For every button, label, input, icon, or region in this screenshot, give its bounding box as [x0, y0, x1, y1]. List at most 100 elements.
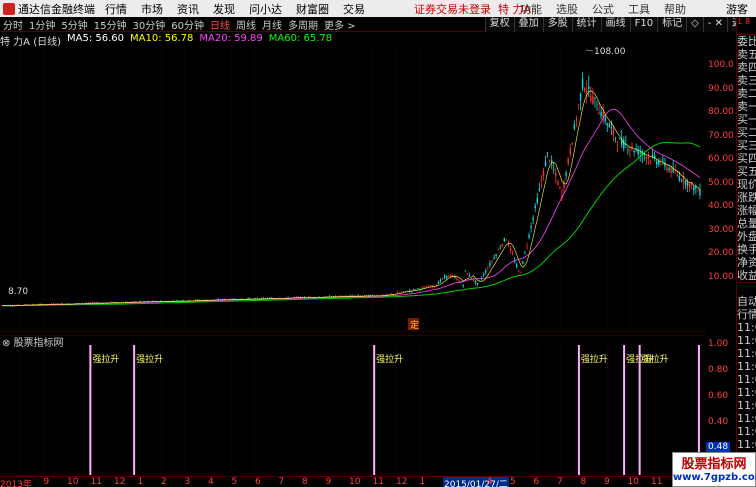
diamond-icon[interactable]: ◇ — [686, 16, 703, 32]
tab-1min[interactable]: 1分钟 — [29, 17, 55, 32]
quote-field-label: 卖二 — [737, 87, 756, 100]
candle-body — [612, 129, 615, 135]
candle-body — [458, 280, 460, 282]
tab-15min[interactable]: 15分钟 — [94, 17, 127, 32]
price-chart[interactable]: 108.00 8.70 定 — [0, 32, 706, 332]
price-axis-tick: 10.00 — [708, 271, 734, 282]
stats-button[interactable]: 统计 — [571, 16, 601, 32]
menu-item-ask[interactable]: 问小达 — [249, 1, 282, 17]
menu-item-discover[interactable]: 发现 — [213, 1, 235, 17]
menu-item-formula[interactable]: 公式 — [592, 1, 614, 17]
guest-label[interactable]: 游客 — [726, 1, 748, 17]
price-axis-tick: 20.00 — [708, 248, 734, 258]
candle-body — [540, 180, 543, 182]
menu-item-quotes[interactable]: 行情 — [105, 1, 127, 17]
chart-tools: 复权 叠加 多股 统计 画线 F10 标记 ◇ - ✕ 返回 — [484, 16, 756, 32]
candle-body — [668, 168, 670, 171]
candle-body — [402, 291, 405, 292]
tab-intraday[interactable]: 分时 — [3, 17, 23, 32]
adjust-button[interactable]: 复权 — [484, 16, 514, 32]
ma20-line — [2, 108, 701, 307]
date-axis-label: 7 — [278, 477, 285, 487]
fixed-marker[interactable]: 定 — [410, 319, 419, 331]
quote-panel: L 8 委比 卖五 卖四 卖三 卖二 卖一 买一 买二 买三 买四 买五 现价 涨跌 涨幅 总量 外盘 换手 净资… — [736, 17, 756, 487]
date-axis-label: 4 — [208, 477, 214, 487]
tab-daily[interactable]: 日线 — [210, 17, 230, 32]
signal-label: 强拉升 — [136, 353, 163, 365]
date-axis-label: 9 — [43, 477, 50, 487]
panel-corner: L 8 — [737, 17, 756, 35]
date-axis-label: 10 — [349, 477, 361, 487]
tab-5min[interactable]: 5分钟 — [61, 17, 87, 32]
candle-body — [555, 173, 557, 177]
draw-line-button[interactable]: 画线 — [600, 16, 630, 32]
quote-field-label: 涨幅 — [737, 204, 756, 217]
tab-multi-period[interactable]: 多周期 — [288, 17, 318, 32]
candle-body — [439, 279, 442, 282]
quote-field-label: 外盘 — [737, 230, 756, 243]
ma20-value: MA20: 59.89 — [199, 33, 263, 44]
tab-monthly[interactable]: 月线 — [262, 17, 282, 32]
menu-item-function[interactable]: 功能 — [520, 1, 542, 17]
candle-body — [548, 160, 551, 162]
candle-body — [489, 263, 491, 266]
quote-field-label: 买二 — [737, 126, 756, 139]
menu-item-help[interactable]: 帮助 — [664, 1, 686, 17]
candle-body — [487, 268, 489, 269]
tab-30min[interactable]: 30分钟 — [132, 17, 165, 32]
tab-weekly[interactable]: 周线 — [236, 17, 256, 32]
price-axis-tick: 50.00 — [708, 177, 734, 188]
tab-more[interactable]: 更多 > — [324, 17, 356, 32]
candle-body — [695, 186, 697, 189]
tick-row: 11:09 — [737, 425, 756, 438]
candle-body — [524, 252, 526, 254]
candle-body — [697, 191, 699, 192]
quote-field-label: 委比 — [737, 35, 756, 48]
indicator-axis-tick: 1.00 — [708, 339, 729, 349]
candle-body — [262, 297, 265, 299]
tick-row: 11:09 — [737, 399, 756, 412]
mark-button[interactable]: 标记 — [657, 16, 687, 32]
date-axis: 2013年 9 10 11 12 1 2 3 4 5 6 7 8 9 10 11 12 1 2015/01/27/二… — [0, 476, 727, 487]
candle-body — [532, 217, 534, 220]
menu-item-wealth[interactable]: 财富圈 — [296, 1, 329, 17]
menu-item-trade[interactable]: 交易 — [343, 1, 365, 17]
multi-stock-button[interactable]: 多股 — [542, 16, 572, 32]
candle-body — [569, 147, 571, 155]
f10-button[interactable]: F10 — [629, 16, 658, 32]
quote-field-label: 涨跌 — [737, 191, 756, 204]
candle-body — [499, 248, 501, 249]
candle-body — [643, 154, 646, 156]
quote-field-label: 卖四 — [737, 61, 756, 74]
menu-item-news[interactable]: 资讯 — [177, 1, 199, 17]
candle-body — [658, 161, 660, 165]
menu-item-screen[interactable]: 选股 — [556, 1, 578, 17]
date-axis-label: 1 — [419, 477, 426, 487]
ma60-value: MA60: 65.78 — [268, 33, 333, 44]
menu-item-market[interactable]: 市场 — [141, 1, 163, 17]
date-axis-label: 9 — [325, 477, 332, 487]
candle-body — [542, 170, 545, 176]
candle-body — [594, 97, 596, 99]
candle-body — [468, 274, 471, 277]
candle-body — [618, 138, 621, 140]
overlay-button[interactable]: 叠加 — [513, 16, 543, 32]
price-axis-tick: 70.00 — [708, 130, 734, 141]
candle-body — [688, 182, 691, 188]
indicator-chart[interactable]: 强拉升强拉升强拉升强拉升强拉升强拉升 — [0, 335, 706, 475]
tick-row: 自动 — [737, 295, 756, 308]
candle-body — [466, 273, 468, 275]
indicator-axis-tick: 0.80 — [708, 365, 729, 375]
tab-60min[interactable]: 60分钟 — [171, 17, 204, 32]
close-icon[interactable]: - ✕ — [702, 16, 727, 32]
candle-body — [491, 260, 493, 262]
candle-body — [616, 144, 619, 146]
candle-body — [544, 161, 547, 167]
menu-item-tools[interactable]: 工具 — [628, 1, 650, 17]
quote-field-label: 买五 — [737, 165, 756, 178]
date-axis-label: 10 — [627, 477, 639, 487]
candle-body — [629, 149, 631, 150]
candle-body — [464, 270, 466, 272]
candle-body — [699, 189, 701, 196]
candle-body — [553, 169, 555, 170]
